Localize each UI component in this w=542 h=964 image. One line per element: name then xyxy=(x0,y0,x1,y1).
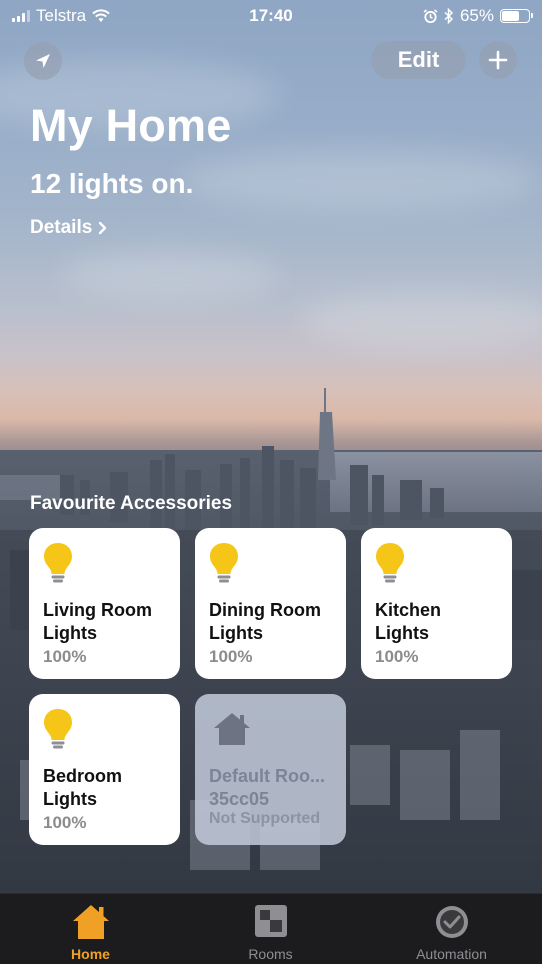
accessory-state: 100% xyxy=(209,647,253,666)
accessory-tile-dining-room-lights[interactable]: Dining Room Lights 100% xyxy=(195,528,346,679)
home-status-summary: 12 lights on. xyxy=(30,168,194,199)
home-icon xyxy=(72,905,109,939)
house-icon xyxy=(214,713,250,745)
edit-button[interactable]: Edit xyxy=(371,41,466,79)
tab-automation-label: Automation xyxy=(416,946,487,962)
accessory-state: 100% xyxy=(375,647,419,666)
accessory-state: 100% xyxy=(43,813,87,832)
location-button[interactable] xyxy=(24,42,62,80)
tab-home-label: Home xyxy=(71,946,110,962)
bluetooth-icon xyxy=(444,8,454,24)
accessory-name-line2: Lights xyxy=(375,623,429,643)
add-button[interactable] xyxy=(479,41,517,79)
tab-automation[interactable]: Automation xyxy=(361,894,542,964)
location-arrow-icon xyxy=(36,54,50,68)
favourite-accessories-title: Favourite Accessories xyxy=(30,493,233,514)
accessory-name-line1: Kitchen xyxy=(375,600,442,620)
accessory-state: Not Supported xyxy=(209,810,321,827)
home-title: My Home xyxy=(30,100,232,151)
rooms-icon xyxy=(254,905,287,937)
chevron-right-icon xyxy=(99,221,107,235)
lightbulb-icon xyxy=(376,543,404,583)
alarm-icon xyxy=(423,8,438,23)
accessory-name-line2: Lights xyxy=(43,623,97,643)
lightbulb-icon xyxy=(210,543,238,583)
tab-rooms-label: Rooms xyxy=(248,946,293,962)
battery-percentage: 65% xyxy=(459,6,494,25)
accessory-tile-kitchen-lights[interactable]: Kitchen Lights 100% xyxy=(361,528,512,679)
accessory-state: 100% xyxy=(43,647,87,666)
details-link[interactable]: Details xyxy=(30,217,107,239)
tab-home[interactable]: Home xyxy=(0,894,181,964)
lightbulb-icon xyxy=(44,543,72,583)
accessory-name-line2: Lights xyxy=(209,623,263,643)
battery-icon xyxy=(500,9,533,23)
accessory-name-line1: Dining Room xyxy=(209,600,321,620)
accessory-name-line1: Bedroom xyxy=(43,766,123,786)
accessory-tile-bedroom-lights[interactable]: Bedroom Lights 100% xyxy=(29,694,180,845)
automation-icon xyxy=(435,906,468,938)
accessory-name-line1: Default Roo... xyxy=(209,766,325,786)
tab-rooms[interactable]: Rooms xyxy=(180,894,361,964)
lightbulb-icon xyxy=(44,709,72,749)
plus-icon xyxy=(488,50,508,70)
accessory-name-line1: Living Room xyxy=(43,600,152,620)
accessory-tile-living-room-lights[interactable]: Living Room Lights 100% xyxy=(29,528,180,679)
tab-bar: Home Rooms Automation xyxy=(0,893,542,964)
details-label: Details xyxy=(30,217,93,238)
status-bar: Telstra 17:40 65% xyxy=(0,0,542,32)
accessory-tile-default-room-35cc05[interactable]: Default Roo... 35cc05 Not Supported xyxy=(195,694,346,845)
accessory-name-line2: Lights xyxy=(43,789,97,809)
accessory-name-line2: 35cc05 xyxy=(209,789,270,809)
